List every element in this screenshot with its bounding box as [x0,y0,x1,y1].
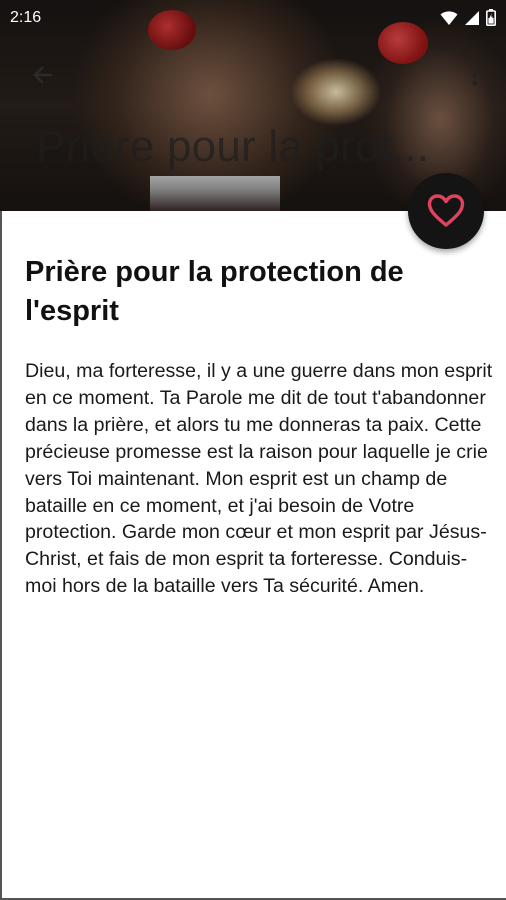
status-time: 2:16 [10,9,42,26]
prayer-text: Dieu, ma forteresse, il y a une guerre d… [25,360,493,598]
battery-icon [486,9,496,26]
status-bar: 2:16 [0,0,506,36]
more-vert-icon [472,64,478,86]
wifi-icon [440,10,458,25]
favorite-button[interactable] [408,173,484,249]
signal-icon [465,10,479,25]
more-options-button[interactable] [465,62,485,90]
heart-outline-icon [427,194,465,227]
status-icons [440,9,496,26]
arrow-back-icon [33,66,53,84]
collapsing-toolbar-title: Prière pour la prot... [36,122,430,171]
back-button[interactable] [26,58,60,92]
prayer-title: Prière pour la protection de l'esprit [25,256,404,327]
left-divider [0,211,2,900]
